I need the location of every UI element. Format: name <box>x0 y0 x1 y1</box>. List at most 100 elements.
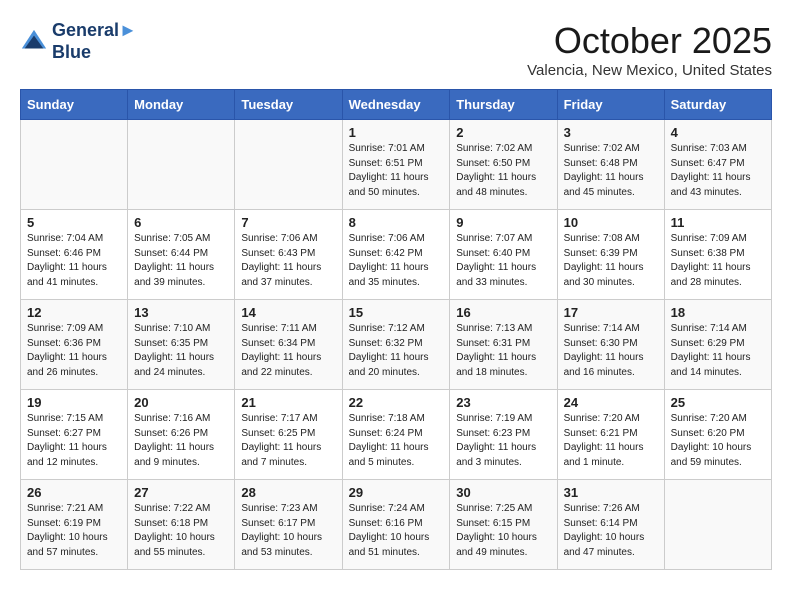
title-area: October 2025 Valencia, New Mexico, Unite… <box>527 20 772 79</box>
day-number: 22 <box>349 395 444 410</box>
calendar-cell: 18Sunrise: 7:14 AM Sunset: 6:29 PM Dayli… <box>664 300 771 390</box>
day-info: Sunrise: 7:09 AM Sunset: 6:36 PM Dayligh… <box>27 322 121 380</box>
day-info: Sunrise: 7:18 AM Sunset: 6:24 PM Dayligh… <box>349 412 444 470</box>
calendar-subtitle: Valencia, New Mexico, United States <box>527 62 772 79</box>
day-info: Sunrise: 7:05 AM Sunset: 6:44 PM Dayligh… <box>134 232 228 290</box>
calendar-cell: 10Sunrise: 7:08 AM Sunset: 6:39 PM Dayli… <box>557 210 664 300</box>
day-number: 9 <box>456 215 550 230</box>
calendar-cell: 28 Sunrise: 7:23 AM Sunset: 6:17 PM Dayli… <box>235 480 342 570</box>
day-info: Sunrise: 7:14 AM Sunset: 6:29 PM Dayligh… <box>671 322 765 380</box>
day-info: Sunrise: 7:23 AM Sunset: 6:17 PM Dayligh… <box>241 502 335 560</box>
calendar-body: 1 Sunrise: 7:01 AM Sunset: 6:51 PM Daylig… <box>21 120 772 570</box>
day-number: 21 <box>241 395 335 410</box>
day-info: Sunrise: 7:16 AM Sunset: 6:26 PM Dayligh… <box>134 412 228 470</box>
weekday-sunday: Sunday <box>21 90 128 120</box>
day-info: Sunrise: 7:22 AM Sunset: 6:18 PM Dayligh… <box>134 502 228 560</box>
calendar-cell: 6Sunrise: 7:05 AM Sunset: 6:44 PM Daylig… <box>128 210 235 300</box>
day-number: 19 <box>27 395 121 410</box>
weekday-saturday: Saturday <box>664 90 771 120</box>
weekday-monday: Monday <box>128 90 235 120</box>
calendar-cell: 8 Sunrise: 7:06 AM Sunset: 6:42 PM Daylig… <box>342 210 450 300</box>
day-number: 2 <box>456 125 550 140</box>
day-number: 30 <box>456 485 550 500</box>
day-info: Sunrise: 7:06 AM Sunset: 6:43 PM Dayligh… <box>241 232 335 290</box>
calendar-cell: 2 Sunrise: 7:02 AM Sunset: 6:50 PM Daylig… <box>450 120 557 210</box>
calendar-cell: 14Sunrise: 7:11 AM Sunset: 6:34 PM Dayli… <box>235 300 342 390</box>
weekday-tuesday: Tuesday <box>235 90 342 120</box>
day-info: Sunrise: 7:03 AM Sunset: 6:47 PM Dayligh… <box>671 142 765 200</box>
calendar-cell <box>235 120 342 210</box>
day-number: 11 <box>671 215 765 230</box>
day-number: 14 <box>241 305 335 320</box>
day-number: 4 <box>671 125 765 140</box>
day-info: Sunrise: 7:01 AM Sunset: 6:51 PM Dayligh… <box>349 142 444 200</box>
calendar-cell: 11 Sunrise: 7:09 AM Sunset: 6:38 PM Dayli… <box>664 210 771 300</box>
weekday-friday: Friday <box>557 90 664 120</box>
weekday-thursday: Thursday <box>450 90 557 120</box>
day-info: Sunrise: 7:19 AM Sunset: 6:23 PM Dayligh… <box>456 412 550 470</box>
calendar-cell: 16 Sunrise: 7:13 AM Sunset: 6:31 PM Dayli… <box>450 300 557 390</box>
day-info: Sunrise: 7:09 AM Sunset: 6:38 PM Dayligh… <box>671 232 765 290</box>
calendar-cell: 5 Sunrise: 7:04 AM Sunset: 6:46 PM Daylig… <box>21 210 128 300</box>
day-info: Sunrise: 7:26 AM Sunset: 6:14 PM Dayligh… <box>564 502 658 560</box>
day-info: Sunrise: 7:02 AM Sunset: 6:48 PM Dayligh… <box>564 142 658 200</box>
calendar-cell: 7 Sunrise: 7:06 AM Sunset: 6:43 PM Daylig… <box>235 210 342 300</box>
calendar-cell: 25Sunrise: 7:20 AM Sunset: 6:20 PM Dayli… <box>664 390 771 480</box>
calendar-cell: 20 Sunrise: 7:16 AM Sunset: 6:26 PM Dayli… <box>128 390 235 480</box>
calendar-cell: 29Sunrise: 7:24 AM Sunset: 6:16 PM Dayli… <box>342 480 450 570</box>
day-number: 3 <box>564 125 658 140</box>
week-row-4: 19 Sunrise: 7:15 AM Sunset: 6:27 PM Dayli… <box>21 390 772 480</box>
calendar-cell: 24Sunrise: 7:20 AM Sunset: 6:21 PM Dayli… <box>557 390 664 480</box>
day-info: Sunrise: 7:04 AM Sunset: 6:46 PM Dayligh… <box>27 232 121 290</box>
day-info: Sunrise: 7:15 AM Sunset: 6:27 PM Dayligh… <box>27 412 121 470</box>
logo: General► Blue <box>20 20 137 63</box>
day-number: 29 <box>349 485 444 500</box>
day-number: 24 <box>564 395 658 410</box>
day-info: Sunrise: 7:13 AM Sunset: 6:31 PM Dayligh… <box>456 322 550 380</box>
day-number: 16 <box>456 305 550 320</box>
calendar-cell: 12 Sunrise: 7:09 AM Sunset: 6:36 PM Dayli… <box>21 300 128 390</box>
logo-text: General► Blue <box>52 20 137 63</box>
calendar-cell: 15Sunrise: 7:12 AM Sunset: 6:32 PM Dayli… <box>342 300 450 390</box>
day-number: 20 <box>134 395 228 410</box>
day-info: Sunrise: 7:17 AM Sunset: 6:25 PM Dayligh… <box>241 412 335 470</box>
day-number: 7 <box>241 215 335 230</box>
day-number: 13 <box>134 305 228 320</box>
page-header: General► Blue October 2025 Valencia, New… <box>20 20 772 79</box>
day-number: 5 <box>27 215 121 230</box>
day-info: Sunrise: 7:08 AM Sunset: 6:39 PM Dayligh… <box>564 232 658 290</box>
day-number: 1 <box>349 125 444 140</box>
calendar-cell <box>21 120 128 210</box>
day-info: Sunrise: 7:10 AM Sunset: 6:35 PM Dayligh… <box>134 322 228 380</box>
day-number: 25 <box>671 395 765 410</box>
week-row-1: 1 Sunrise: 7:01 AM Sunset: 6:51 PM Daylig… <box>21 120 772 210</box>
day-number: 23 <box>456 395 550 410</box>
calendar-cell: 26 Sunrise: 7:21 AM Sunset: 6:19 PM Dayli… <box>21 480 128 570</box>
day-number: 12 <box>27 305 121 320</box>
day-number: 31 <box>564 485 658 500</box>
calendar-cell: 22 Sunrise: 7:18 AM Sunset: 6:24 PM Dayli… <box>342 390 450 480</box>
calendar-cell: 21 Sunrise: 7:17 AM Sunset: 6:25 PM Dayli… <box>235 390 342 480</box>
day-info: Sunrise: 7:21 AM Sunset: 6:19 PM Dayligh… <box>27 502 121 560</box>
calendar-cell: 9 Sunrise: 7:07 AM Sunset: 6:40 PM Daylig… <box>450 210 557 300</box>
day-number: 17 <box>564 305 658 320</box>
calendar-header: SundayMondayTuesdayWednesdayThursdayFrid… <box>21 90 772 120</box>
weekday-wednesday: Wednesday <box>342 90 450 120</box>
calendar-table: SundayMondayTuesdayWednesdayThursdayFrid… <box>20 89 772 570</box>
calendar-cell: 31 Sunrise: 7:26 AM Sunset: 6:14 PM Dayli… <box>557 480 664 570</box>
day-info: Sunrise: 7:25 AM Sunset: 6:15 PM Dayligh… <box>456 502 550 560</box>
day-number: 28 <box>241 485 335 500</box>
calendar-cell: 13 Sunrise: 7:10 AM Sunset: 6:35 PM Dayli… <box>128 300 235 390</box>
calendar-title: October 2025 <box>527 20 772 62</box>
day-info: Sunrise: 7:07 AM Sunset: 6:40 PM Dayligh… <box>456 232 550 290</box>
day-number: 26 <box>27 485 121 500</box>
day-info: Sunrise: 7:02 AM Sunset: 6:50 PM Dayligh… <box>456 142 550 200</box>
weekday-header-row: SundayMondayTuesdayWednesdayThursdayFrid… <box>21 90 772 120</box>
day-number: 27 <box>134 485 228 500</box>
day-number: 8 <box>349 215 444 230</box>
calendar-cell: 3 Sunrise: 7:02 AM Sunset: 6:48 PM Daylig… <box>557 120 664 210</box>
day-info: Sunrise: 7:14 AM Sunset: 6:30 PM Dayligh… <box>564 322 658 380</box>
calendar-cell: 1 Sunrise: 7:01 AM Sunset: 6:51 PM Daylig… <box>342 120 450 210</box>
day-number: 15 <box>349 305 444 320</box>
day-info: Sunrise: 7:06 AM Sunset: 6:42 PM Dayligh… <box>349 232 444 290</box>
